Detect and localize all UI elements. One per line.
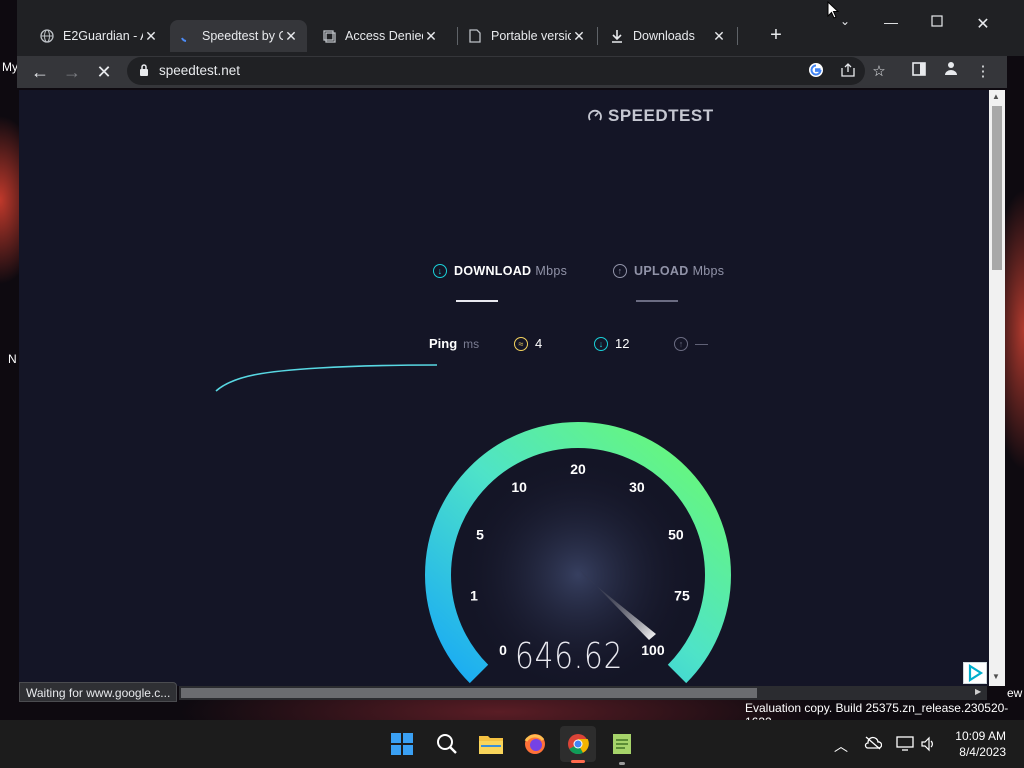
- tab-separator: [737, 27, 738, 45]
- gauge-tick-label: 100: [641, 642, 665, 658]
- network-icon[interactable]: [896, 736, 914, 755]
- tab-label: Portable versio: [491, 29, 571, 43]
- close-icon[interactable]: ✕: [283, 28, 299, 45]
- vertical-scrollbar[interactable]: ▲ ▼: [989, 90, 1005, 686]
- close-icon[interactable]: ✕: [423, 28, 439, 45]
- mouse-cursor-icon: [827, 1, 839, 19]
- horizontal-scrollbar[interactable]: ▶: [179, 686, 987, 700]
- gauge-tick-label: 20: [570, 461, 586, 477]
- minimize-button[interactable]: —: [881, 14, 901, 30]
- stack-icon: [321, 28, 337, 44]
- side-panel-icon[interactable]: [907, 60, 931, 84]
- close-window-button[interactable]: ✕: [973, 14, 993, 34]
- desktop-icon-label: ew: [1007, 686, 1023, 700]
- back-arrow-icon[interactable]: ←: [28, 60, 52, 84]
- taskbar: ︿ 10:09 AM 8/4/2023: [0, 720, 1024, 768]
- scroll-up-arrow-icon[interactable]: ▲: [992, 92, 1000, 101]
- browser-titlebar: E2Guardian - A ✕ Speedtest by O ✕ Access…: [17, 0, 1024, 56]
- tab-speedtest[interactable]: Speedtest by O ✕: [170, 20, 307, 52]
- bookmark-star-icon[interactable]: ☆: [867, 60, 891, 84]
- gauge-tick-label: 50: [668, 526, 684, 542]
- url-text: speedtest.net: [159, 63, 241, 78]
- stop-loading-icon[interactable]: ✕: [92, 60, 116, 84]
- menu-kebab-icon[interactable]: ⋮: [971, 60, 995, 84]
- tab-label: Speedtest by O: [202, 29, 283, 43]
- tab-label: E2Guardian - A: [63, 29, 143, 43]
- scroll-down-arrow-icon[interactable]: ▼: [992, 672, 1000, 681]
- globe-icon: [39, 28, 55, 44]
- tab-portable-version[interactable]: Portable versio ✕: [459, 20, 595, 52]
- close-icon[interactable]: ✕: [143, 28, 159, 45]
- browser-status-bar: Waiting for www.google.c...: [19, 682, 178, 702]
- page-viewport: SPEEDTEST ↓ DOWNLOAD Mbps ↑ UPLOAD Mbps …: [19, 90, 989, 686]
- gauge-tick-label: 75: [674, 588, 690, 604]
- gauge-tick-label: 10: [511, 479, 527, 495]
- new-tab-button[interactable]: +: [765, 24, 787, 47]
- maximize-button[interactable]: [927, 14, 947, 30]
- gauge-tick-label: 30: [629, 479, 645, 495]
- current-speed-readout: 646.62: [515, 636, 624, 677]
- gauge-tick-label: 1: [470, 588, 478, 604]
- address-bar[interactable]: speedtest.net: [127, 57, 865, 85]
- desktop-icon-label: N: [8, 352, 17, 366]
- firefox-icon[interactable]: [517, 726, 553, 762]
- tab-separator: [597, 27, 598, 45]
- forward-arrow-icon[interactable]: →: [60, 60, 84, 84]
- chrome-icon[interactable]: [560, 726, 596, 763]
- tab-label: Downloads: [633, 29, 695, 43]
- file-explorer-icon[interactable]: [473, 726, 509, 762]
- tab-separator: [457, 27, 458, 45]
- start-icon[interactable]: [384, 726, 420, 762]
- running-app-indicator: [619, 762, 625, 765]
- tab-label: Access Denied: [345, 29, 423, 43]
- tab-e2guardian[interactable]: E2Guardian - A ✕: [31, 20, 167, 52]
- loading-spinner-icon: [178, 28, 194, 44]
- vertical-scroll-thumb[interactable]: [992, 106, 1002, 270]
- ad-choices-icon[interactable]: [963, 662, 987, 684]
- share-icon[interactable]: [839, 62, 857, 80]
- document-icon: [467, 28, 483, 44]
- gauge-tick-label: 5: [476, 526, 484, 542]
- close-icon[interactable]: ✕: [711, 28, 727, 45]
- scroll-right-arrow-icon[interactable]: ▶: [975, 687, 981, 696]
- notepad-icon[interactable]: [604, 726, 640, 765]
- onedrive-offline-icon[interactable]: [864, 736, 883, 753]
- close-icon[interactable]: ✕: [571, 28, 587, 45]
- active-app-indicator: [571, 760, 585, 763]
- browser-toolbar: ← → ✕ speedtest.net ☆ ⋮: [17, 56, 1007, 88]
- tab-access-denied[interactable]: Access Denied ✕: [313, 20, 447, 52]
- horizontal-scroll-thumb[interactable]: [181, 688, 757, 698]
- show-hidden-icons-chevron-icon[interactable]: ︿: [834, 736, 848, 756]
- lock-icon: [140, 64, 148, 76]
- clock-date: 8/4/2023: [959, 745, 1006, 759]
- volume-icon[interactable]: [920, 736, 936, 755]
- gauge-tick-label: 0: [499, 642, 507, 658]
- google-icon[interactable]: [807, 62, 825, 80]
- profile-icon[interactable]: [939, 60, 963, 84]
- tab-downloads[interactable]: Downloads ✕: [601, 20, 735, 52]
- download-icon: [609, 28, 625, 44]
- search-icon[interactable]: [429, 726, 465, 762]
- system-clock[interactable]: 10:09 AM 8/4/2023: [940, 728, 1006, 760]
- clock-time: 10:09 AM: [955, 729, 1006, 743]
- desktop-icon-label: My: [2, 60, 18, 74]
